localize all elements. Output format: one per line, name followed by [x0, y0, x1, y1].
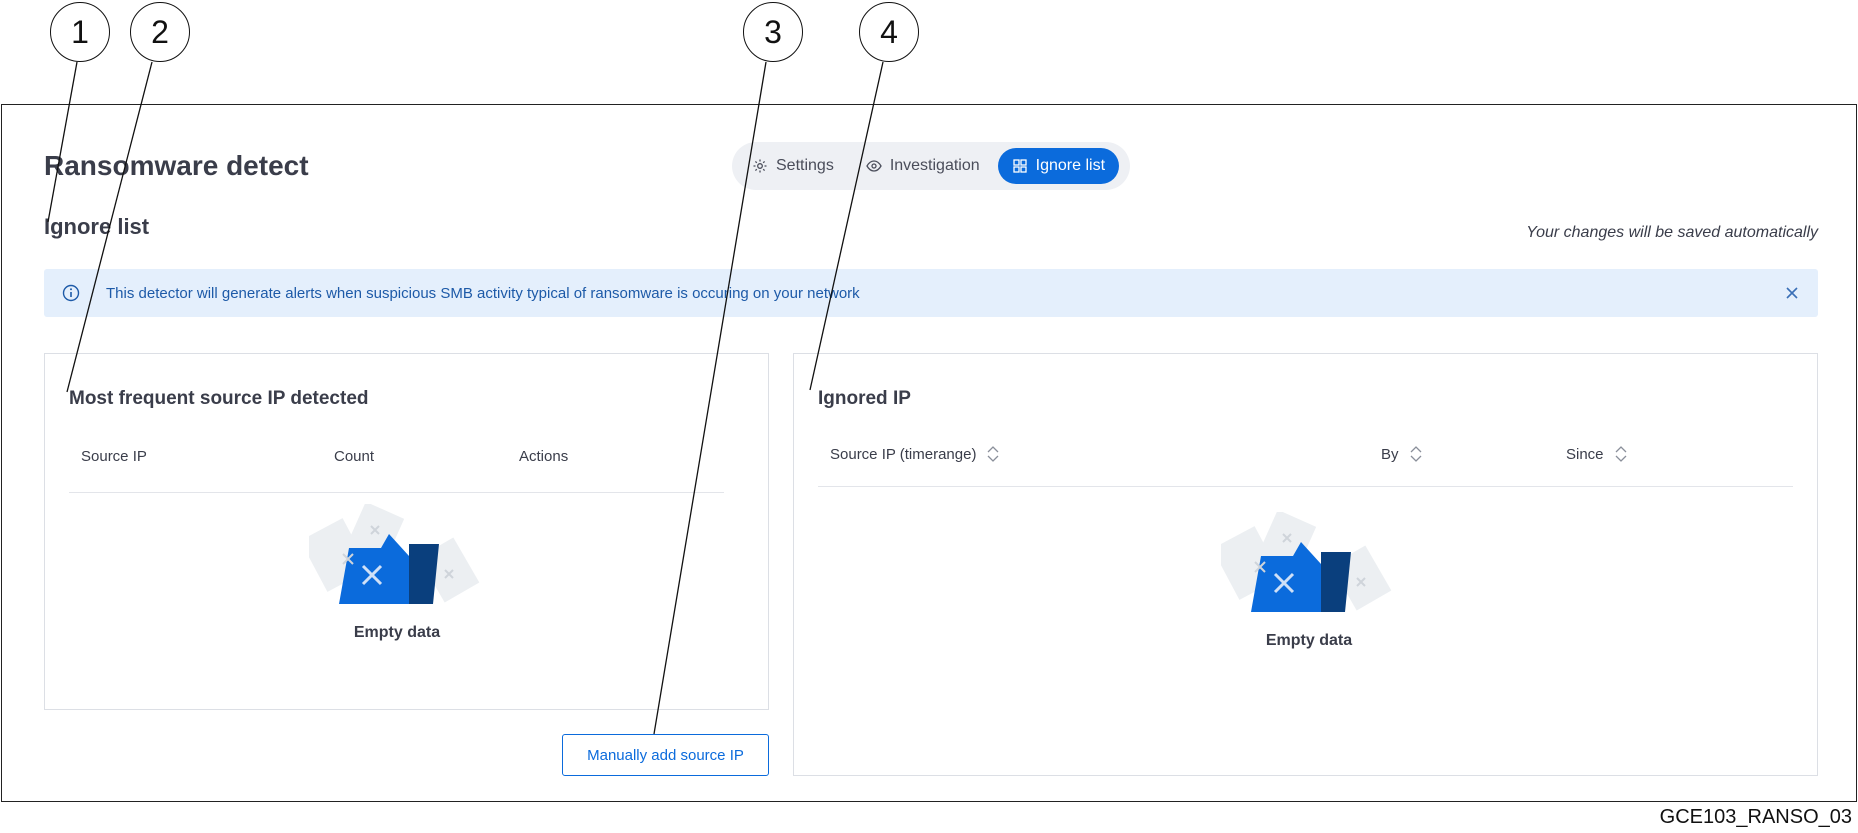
page-title: Ransomware detect — [44, 150, 309, 181]
callout-2: 2 — [130, 2, 190, 62]
column-header-source-ip-timerange[interactable]: Source IP (timerange) — [830, 444, 1000, 464]
column-header-label: By — [1381, 445, 1399, 463]
sort-icon[interactable] — [1409, 444, 1423, 464]
card-title: Ignored IP — [818, 388, 911, 409]
ignored-ip-card: Ignored IP Source IP (timerange) By Sinc… — [793, 353, 1818, 776]
tab-investigation[interactable]: Investigation — [852, 148, 994, 184]
sort-icon[interactable] — [986, 444, 1000, 464]
empty-state: Empty data — [1219, 512, 1399, 650]
column-header-label: Since — [1566, 445, 1604, 463]
tab-bar: Settings Investigation Ignore list — [732, 142, 1130, 190]
tab-ignore-list[interactable]: Ignore list — [997, 148, 1120, 184]
autosave-note: Your changes will be saved automatically — [1526, 224, 1818, 241]
eye-icon — [866, 160, 882, 172]
grid-icon — [1013, 159, 1027, 173]
sort-icon[interactable] — [1614, 444, 1628, 464]
column-header-source-ip: Source IP — [81, 448, 147, 465]
manually-add-source-ip-button[interactable]: Manually add source IP — [562, 734, 769, 776]
tab-ignore-list-label: Ignore list — [1035, 157, 1106, 174]
info-banner: This detector will generate alerts when … — [44, 269, 1818, 317]
tab-investigation-label: Investigation — [889, 157, 980, 174]
callout-4: 4 — [859, 2, 919, 62]
empty-state: Empty data — [307, 504, 487, 642]
gear-icon — [753, 159, 767, 173]
card-title: Most frequent source IP detected — [69, 388, 369, 409]
close-icon[interactable] — [1782, 283, 1802, 303]
callout-3: 3 — [743, 2, 803, 62]
column-header-count: Count — [334, 448, 375, 465]
column-header-by[interactable]: By — [1381, 444, 1423, 464]
empty-folder-icon — [1221, 512, 1392, 612]
column-header-since[interactable]: Since — [1566, 444, 1628, 464]
column-header-actions: Actions — [519, 448, 569, 465]
frequent-source-ip-card: Most frequent source IP detected Source … — [44, 353, 769, 710]
tab-settings-label: Settings — [776, 157, 834, 174]
tab-settings[interactable]: Settings — [738, 148, 848, 184]
empty-label: Empty data — [353, 624, 441, 641]
section-title: Ignore list — [44, 214, 150, 239]
table-header: Source IP Count Actions — [69, 446, 724, 493]
table-header: Source IP (timerange) By Since — [818, 444, 1793, 487]
column-header-label: Source IP (timerange) — [830, 445, 977, 463]
info-icon — [62, 284, 80, 302]
callout-1: 1 — [50, 2, 110, 62]
banner-text: This detector will generate alerts when … — [106, 284, 860, 302]
empty-folder-icon — [309, 504, 480, 604]
empty-label: Empty data — [1265, 632, 1353, 649]
figure-reference: GCE103_RANSO_03 — [1659, 806, 1852, 828]
